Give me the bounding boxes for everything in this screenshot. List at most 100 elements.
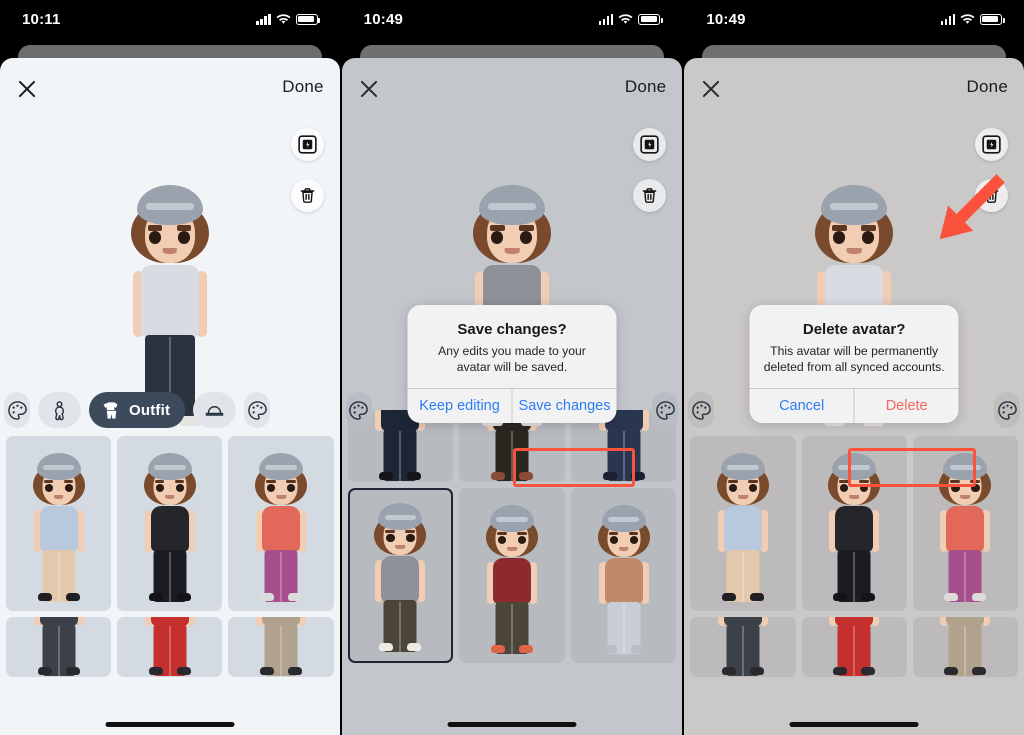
avatar-thumb: [22, 453, 96, 603]
sticker-frame-button[interactable]: [633, 128, 667, 161]
avatar-thumb: [928, 453, 1002, 603]
avatar-thumb: [244, 617, 318, 677]
avatar-thumb: [817, 453, 891, 603]
status-icons: [598, 13, 663, 25]
outfit-cell[interactable]: [570, 488, 677, 663]
tab-palette-right[interactable]: [244, 392, 271, 428]
outfit-cell[interactable]: [228, 617, 334, 677]
screenshot-stage: 10:11 Done Outfit 10:49 Done Save change…: [0, 0, 1024, 735]
outfit-icon: [103, 401, 118, 419]
tab-palette-left[interactable]: [4, 392, 30, 428]
sticker-frame-icon: [640, 135, 659, 154]
sticker-frame-button[interactable]: [290, 128, 324, 161]
sticker-frame-button[interactable]: [975, 128, 1008, 161]
tab-palette-right[interactable]: [652, 392, 679, 428]
status-bar: 10:49: [684, 0, 1024, 38]
outfit-cell[interactable]: [117, 436, 223, 611]
body-icon: [54, 400, 65, 420]
avatar-thumb: [817, 617, 891, 677]
delete-avatar-dialog: Delete avatar? This avatar will be perma…: [749, 305, 959, 424]
status-icons: [940, 13, 1005, 25]
tab-outfit[interactable]: Outfit: [89, 392, 186, 428]
done-button[interactable]: Done: [967, 77, 1008, 97]
status-bar: 10:49: [341, 0, 683, 38]
tab-body[interactable]: [38, 392, 81, 428]
tab-palette-left[interactable]: [345, 392, 372, 428]
avatar-thumb: [363, 503, 437, 653]
editor-sheet: Done: [684, 58, 1024, 735]
wifi-icon: [276, 13, 291, 24]
delete-button[interactable]: Delete: [853, 389, 959, 424]
status-bar: 10:11: [0, 0, 340, 38]
palette-icon: [349, 400, 368, 420]
outfit-cell[interactable]: [912, 617, 1018, 677]
avatar-thumb: [133, 453, 207, 603]
tab-outfit-label: Outfit: [129, 401, 171, 419]
dialog-message: Any edits you made to your avatar will b…: [438, 344, 586, 375]
cancel-button[interactable]: Cancel: [750, 389, 854, 423]
outfit-cell[interactable]: [912, 436, 1018, 611]
tab-palette-right[interactable]: [994, 392, 1020, 428]
close-icon[interactable]: [699, 77, 723, 101]
keep-editing-button[interactable]: Keep editing: [408, 389, 512, 423]
status-clock: 10:49: [706, 10, 746, 28]
wifi-icon: [960, 13, 975, 24]
outfit-cell[interactable]: [459, 488, 565, 663]
cellular-bars-icon: [598, 13, 614, 25]
outfit-grid: [684, 436, 1024, 735]
outfit-cell[interactable]: [801, 617, 907, 677]
close-icon[interactable]: [15, 77, 39, 101]
avatar-thumb: [475, 505, 549, 655]
palette-icon: [997, 400, 1017, 420]
tab-headwear[interactable]: [193, 392, 237, 428]
done-button[interactable]: Done: [282, 77, 323, 97]
outfit-cell[interactable]: [690, 617, 796, 677]
side-action-buttons: [633, 128, 667, 212]
delete-avatar-button[interactable]: [975, 179, 1008, 212]
save-changes-button[interactable]: Save changes: [511, 389, 617, 424]
side-action-buttons: [975, 128, 1008, 212]
outfit-cell[interactable]: [228, 436, 334, 611]
outfit-grid: [0, 436, 340, 735]
palette-icon: [7, 400, 27, 420]
palette-icon: [656, 400, 675, 420]
done-button[interactable]: Done: [625, 77, 666, 97]
outfit-grid: [342, 410, 683, 735]
cellular-bars-icon: [940, 13, 955, 25]
status-clock: 10:11: [22, 10, 61, 28]
avatar-thumb: [22, 617, 96, 677]
sticker-frame-icon: [982, 135, 1001, 154]
close-icon[interactable]: [357, 77, 381, 101]
side-action-buttons: [290, 128, 324, 212]
avatar-thumb: [244, 453, 318, 603]
phone-screenshot-editor: 10:11 Done Outfit: [0, 0, 340, 735]
avatar-thumb: [587, 505, 661, 655]
avatar-thumb: [133, 617, 207, 677]
dialog-actions: Cancel Delete: [749, 388, 959, 424]
cellular-bars-icon: [256, 13, 271, 25]
palette-icon: [247, 400, 267, 420]
category-tabbar: Outfit: [0, 384, 340, 436]
outfit-cell[interactable]: [117, 617, 223, 677]
battery-icon: [980, 13, 1005, 25]
trash-icon: [300, 188, 315, 203]
save-changes-dialog: Save changes? Any edits you made to your…: [407, 305, 617, 424]
dialog-title: Save changes?: [457, 321, 567, 338]
outfit-cell[interactable]: [6, 436, 112, 611]
outfit-cell[interactable]: [347, 488, 454, 663]
phone-screenshot-delete-confirm: 10:49 Done Delete avatar? This avatar wi…: [684, 0, 1024, 735]
sheet-header: Done: [342, 58, 683, 124]
outfit-cell[interactable]: [690, 436, 796, 611]
tab-palette-left[interactable]: [688, 392, 715, 428]
delete-avatar-button[interactable]: [633, 179, 667, 212]
trash-icon: [984, 188, 999, 203]
editor-sheet: Done: [341, 58, 683, 735]
status-clock: 10:49: [363, 10, 404, 28]
outfit-cell[interactable]: [6, 617, 112, 677]
dialog-body: Delete avatar? This avatar will be perma…: [750, 305, 959, 388]
phone-screenshot-save-confirm: 10:49 Done Save changes? Any edits you m…: [341, 0, 683, 735]
delete-avatar-button[interactable]: [290, 179, 324, 212]
status-icons: [256, 13, 321, 25]
outfit-cell[interactable]: [801, 436, 907, 611]
trash-icon: [642, 188, 657, 203]
